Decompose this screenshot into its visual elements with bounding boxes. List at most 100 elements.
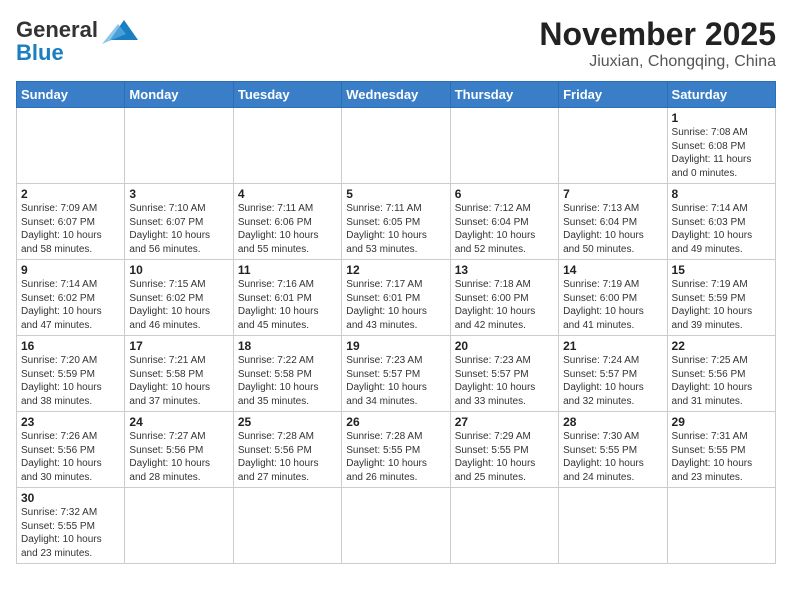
day-cell-30: 30 Sunrise: 7:32 AMSunset: 5:55 PMDaylig… bbox=[17, 488, 125, 564]
page: General Blue November 2025 Jiuxian, Chon… bbox=[0, 0, 792, 612]
day-number-12: 12 bbox=[346, 263, 445, 277]
day-cell-18: 18 Sunrise: 7:22 AMSunset: 5:58 PMDaylig… bbox=[233, 336, 341, 412]
calendar-title: November 2025 bbox=[539, 16, 776, 53]
logo-icon bbox=[102, 16, 140, 44]
header-monday: Monday bbox=[125, 82, 233, 108]
empty-cell bbox=[450, 488, 558, 564]
day-number-4: 4 bbox=[238, 187, 337, 201]
day-cell-16: 16 Sunrise: 7:20 AMSunset: 5:59 PMDaylig… bbox=[17, 336, 125, 412]
day-info-2: Sunrise: 7:09 AMSunset: 6:07 PMDaylight:… bbox=[21, 202, 120, 256]
logo: General Blue bbox=[16, 16, 140, 66]
empty-cell bbox=[17, 108, 125, 184]
day-number-11: 11 bbox=[238, 263, 337, 277]
day-info-24: Sunrise: 7:27 AMSunset: 5:56 PMDaylight:… bbox=[129, 430, 228, 484]
day-info-28: Sunrise: 7:30 AMSunset: 5:55 PMDaylight:… bbox=[563, 430, 662, 484]
day-cell-10: 10 Sunrise: 7:15 AMSunset: 6:02 PMDaylig… bbox=[125, 260, 233, 336]
empty-cell bbox=[342, 108, 450, 184]
day-info-25: Sunrise: 7:28 AMSunset: 5:56 PMDaylight:… bbox=[238, 430, 337, 484]
week-row-2: 2 Sunrise: 7:09 AMSunset: 6:07 PMDayligh… bbox=[17, 184, 776, 260]
week-row-5: 23 Sunrise: 7:26 AMSunset: 5:56 PMDaylig… bbox=[17, 412, 776, 488]
empty-cell bbox=[667, 488, 775, 564]
day-cell-24: 24 Sunrise: 7:27 AMSunset: 5:56 PMDaylig… bbox=[125, 412, 233, 488]
day-info-13: Sunrise: 7:18 AMSunset: 6:00 PMDaylight:… bbox=[455, 278, 554, 332]
day-info-30: Sunrise: 7:32 AMSunset: 5:55 PMDaylight:… bbox=[21, 506, 120, 560]
logo-blue: Blue bbox=[16, 40, 64, 66]
day-info-7: Sunrise: 7:13 AMSunset: 6:04 PMDaylight:… bbox=[563, 202, 662, 256]
header-thursday: Thursday bbox=[450, 82, 558, 108]
day-number-21: 21 bbox=[563, 339, 662, 353]
calendar-subtitle: Jiuxian, Chongqing, China bbox=[539, 53, 776, 71]
day-cell-14: 14 Sunrise: 7:19 AMSunset: 6:00 PMDaylig… bbox=[559, 260, 667, 336]
empty-cell bbox=[233, 488, 341, 564]
header-friday: Friday bbox=[559, 82, 667, 108]
day-info-27: Sunrise: 7:29 AMSunset: 5:55 PMDaylight:… bbox=[455, 430, 554, 484]
day-info-11: Sunrise: 7:16 AMSunset: 6:01 PMDaylight:… bbox=[238, 278, 337, 332]
weekday-header-row: Sunday Monday Tuesday Wednesday Thursday… bbox=[17, 82, 776, 108]
week-row-4: 16 Sunrise: 7:20 AMSunset: 5:59 PMDaylig… bbox=[17, 336, 776, 412]
day-info-4: Sunrise: 7:11 AMSunset: 6:06 PMDaylight:… bbox=[238, 202, 337, 256]
day-info-15: Sunrise: 7:19 AMSunset: 5:59 PMDaylight:… bbox=[672, 278, 771, 332]
day-cell-11: 11 Sunrise: 7:16 AMSunset: 6:01 PMDaylig… bbox=[233, 260, 341, 336]
week-row-6: 30 Sunrise: 7:32 AMSunset: 5:55 PMDaylig… bbox=[17, 488, 776, 564]
day-cell-23: 23 Sunrise: 7:26 AMSunset: 5:56 PMDaylig… bbox=[17, 412, 125, 488]
empty-cell bbox=[559, 488, 667, 564]
empty-cell bbox=[233, 108, 341, 184]
day-cell-27: 27 Sunrise: 7:29 AMSunset: 5:55 PMDaylig… bbox=[450, 412, 558, 488]
day-cell-20: 20 Sunrise: 7:23 AMSunset: 5:57 PMDaylig… bbox=[450, 336, 558, 412]
day-cell-25: 25 Sunrise: 7:28 AMSunset: 5:56 PMDaylig… bbox=[233, 412, 341, 488]
day-number-14: 14 bbox=[563, 263, 662, 277]
day-info-19: Sunrise: 7:23 AMSunset: 5:57 PMDaylight:… bbox=[346, 354, 445, 408]
day-cell-8: 8 Sunrise: 7:14 AMSunset: 6:03 PMDayligh… bbox=[667, 184, 775, 260]
day-number-3: 3 bbox=[129, 187, 228, 201]
day-cell-9: 9 Sunrise: 7:14 AMSunset: 6:02 PMDayligh… bbox=[17, 260, 125, 336]
day-number-16: 16 bbox=[21, 339, 120, 353]
day-number-28: 28 bbox=[563, 415, 662, 429]
day-cell-13: 13 Sunrise: 7:18 AMSunset: 6:00 PMDaylig… bbox=[450, 260, 558, 336]
header-tuesday: Tuesday bbox=[233, 82, 341, 108]
day-info-21: Sunrise: 7:24 AMSunset: 5:57 PMDaylight:… bbox=[563, 354, 662, 408]
day-cell-19: 19 Sunrise: 7:23 AMSunset: 5:57 PMDaylig… bbox=[342, 336, 450, 412]
day-info-22: Sunrise: 7:25 AMSunset: 5:56 PMDaylight:… bbox=[672, 354, 771, 408]
day-number-29: 29 bbox=[672, 415, 771, 429]
day-cell-17: 17 Sunrise: 7:21 AMSunset: 5:58 PMDaylig… bbox=[125, 336, 233, 412]
day-cell-22: 22 Sunrise: 7:25 AMSunset: 5:56 PMDaylig… bbox=[667, 336, 775, 412]
empty-cell bbox=[450, 108, 558, 184]
day-number-25: 25 bbox=[238, 415, 337, 429]
week-row-3: 9 Sunrise: 7:14 AMSunset: 6:02 PMDayligh… bbox=[17, 260, 776, 336]
day-number-8: 8 bbox=[672, 187, 771, 201]
day-info-14: Sunrise: 7:19 AMSunset: 6:00 PMDaylight:… bbox=[563, 278, 662, 332]
empty-cell bbox=[559, 108, 667, 184]
day-info-10: Sunrise: 7:15 AMSunset: 6:02 PMDaylight:… bbox=[129, 278, 228, 332]
day-cell-2: 2 Sunrise: 7:09 AMSunset: 6:07 PMDayligh… bbox=[17, 184, 125, 260]
day-number-24: 24 bbox=[129, 415, 228, 429]
day-cell-29: 29 Sunrise: 7:31 AMSunset: 5:55 PMDaylig… bbox=[667, 412, 775, 488]
calendar-table: Sunday Monday Tuesday Wednesday Thursday… bbox=[16, 81, 776, 564]
day-info-12: Sunrise: 7:17 AMSunset: 6:01 PMDaylight:… bbox=[346, 278, 445, 332]
day-cell-5: 5 Sunrise: 7:11 AMSunset: 6:05 PMDayligh… bbox=[342, 184, 450, 260]
empty-cell bbox=[342, 488, 450, 564]
day-number-15: 15 bbox=[672, 263, 771, 277]
day-number-7: 7 bbox=[563, 187, 662, 201]
header-saturday: Saturday bbox=[667, 82, 775, 108]
day-number-20: 20 bbox=[455, 339, 554, 353]
header-sunday: Sunday bbox=[17, 82, 125, 108]
day-number-2: 2 bbox=[21, 187, 120, 201]
day-cell-12: 12 Sunrise: 7:17 AMSunset: 6:01 PMDaylig… bbox=[342, 260, 450, 336]
day-cell-15: 15 Sunrise: 7:19 AMSunset: 5:59 PMDaylig… bbox=[667, 260, 775, 336]
header-wednesday: Wednesday bbox=[342, 82, 450, 108]
day-info-18: Sunrise: 7:22 AMSunset: 5:58 PMDaylight:… bbox=[238, 354, 337, 408]
day-number-17: 17 bbox=[129, 339, 228, 353]
day-cell-28: 28 Sunrise: 7:30 AMSunset: 5:55 PMDaylig… bbox=[559, 412, 667, 488]
day-info-9: Sunrise: 7:14 AMSunset: 6:02 PMDaylight:… bbox=[21, 278, 120, 332]
day-number-6: 6 bbox=[455, 187, 554, 201]
day-number-30: 30 bbox=[21, 491, 120, 505]
day-info-17: Sunrise: 7:21 AMSunset: 5:58 PMDaylight:… bbox=[129, 354, 228, 408]
day-info-1: Sunrise: 7:08 AMSunset: 6:08 PMDaylight:… bbox=[672, 126, 771, 180]
empty-cell bbox=[125, 488, 233, 564]
day-info-5: Sunrise: 7:11 AMSunset: 6:05 PMDaylight:… bbox=[346, 202, 445, 256]
header: General Blue November 2025 Jiuxian, Chon… bbox=[16, 16, 776, 71]
title-block: November 2025 Jiuxian, Chongqing, China bbox=[539, 16, 776, 71]
day-number-1: 1 bbox=[672, 111, 771, 125]
day-info-23: Sunrise: 7:26 AMSunset: 5:56 PMDaylight:… bbox=[21, 430, 120, 484]
day-number-18: 18 bbox=[238, 339, 337, 353]
